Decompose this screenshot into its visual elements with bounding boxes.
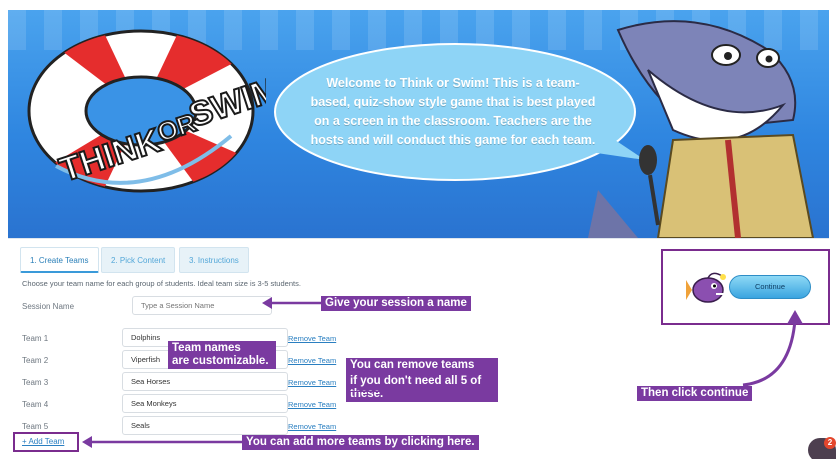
session-arrow xyxy=(262,297,322,309)
shark-host-illustration xyxy=(588,20,815,238)
anglerfish-icon xyxy=(686,272,726,303)
team-3-label: Team 3 xyxy=(22,378,49,387)
tab-instructions[interactable]: 3. Instructions xyxy=(179,247,249,273)
continue-arrow xyxy=(742,310,803,387)
session-name-label: Session Name xyxy=(22,302,75,311)
instructions-text: Choose your team name for each group of … xyxy=(22,279,301,288)
remove-team-5-link[interactable]: Remove Team xyxy=(288,422,336,431)
chat-notification-count: 2 xyxy=(824,437,836,449)
annotation-remove-outline xyxy=(346,358,498,392)
team-4-label: Team 4 xyxy=(22,400,49,409)
remove-team-3-link[interactable]: Remove Team xyxy=(288,378,336,387)
annotation-continue: Then click continue xyxy=(637,386,753,401)
remove-team-4-link[interactable]: Remove Team xyxy=(288,400,336,409)
hero-banner: THINK OR SWIM! Welcome to Think or Swim!… xyxy=(8,10,829,238)
session-name-input[interactable] xyxy=(132,296,272,315)
annotation-add-team: You can add more teams by clicking here. xyxy=(242,435,479,450)
continue-button[interactable]: Continue xyxy=(729,275,811,299)
team-1-label: Team 1 xyxy=(22,334,49,343)
think-or-swim-logo: THINK OR SWIM! xyxy=(27,29,266,193)
remove-team-2-link[interactable]: Remove Team xyxy=(288,356,336,365)
remove-team-1-link[interactable]: Remove Team xyxy=(288,334,336,343)
team-4-input[interactable]: Sea Monkeys xyxy=(122,394,288,413)
team-5-input[interactable]: Seals xyxy=(122,416,288,435)
team-2-label: Team 2 xyxy=(22,356,49,365)
team-5-label: Team 5 xyxy=(22,422,49,431)
annotation-team-names-line2: are customizable. xyxy=(172,355,269,367)
screen: THINK OR SWIM! Welcome to Think or Swim!… xyxy=(0,0,837,459)
team-3-input[interactable]: Sea Horses xyxy=(122,372,288,391)
welcome-text: Welcome to Think or Swim! This is a team… xyxy=(310,76,596,147)
add-team-highlight-box xyxy=(13,432,79,452)
annotation-team-names: Team names are customizable. xyxy=(168,341,276,369)
add-team-arrow xyxy=(82,436,244,448)
tab-pick-content[interactable]: 2. Pick Content xyxy=(101,247,176,273)
tab-create-teams[interactable]: 1. Create Teams xyxy=(20,247,99,273)
annotation-session: Give your session a name xyxy=(321,296,471,311)
annotation-team-names-line1: Team names xyxy=(172,342,241,354)
